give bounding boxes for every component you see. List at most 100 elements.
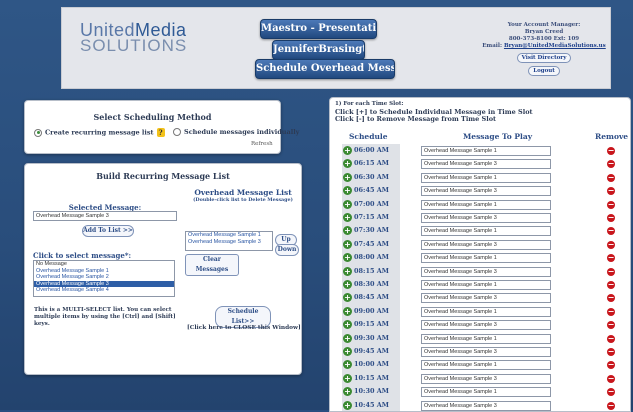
add-icon[interactable]: + <box>343 199 352 209</box>
add-icon[interactable]: + <box>343 293 352 303</box>
time-slot: 08:30 AM <box>354 280 389 288</box>
list-item[interactable]: No Message <box>34 261 174 268</box>
message-field[interactable]: Overhead Message Sample 1 <box>421 333 551 344</box>
message-field[interactable]: Overhead Message Sample 3 <box>421 213 551 223</box>
schedule-row: +10:30 AM Overhead Message Sample 1 − <box>330 385 630 400</box>
remove-icon[interactable]: − <box>607 147 615 155</box>
list-item-selected[interactable]: Overhead Message Sample 3 <box>34 280 174 288</box>
header: UnitedMedia SOLUTIONS Maestro - Presenta… <box>61 7 611 89</box>
list-item[interactable]: Overhead Message Sample 4 <box>34 287 174 294</box>
message-field[interactable]: Overhead Message Sample 3 <box>421 159 551 170</box>
message-field[interactable]: Overhead Message Sample 1 <box>421 199 551 210</box>
add-icon[interactable]: + <box>343 172 352 182</box>
list-item[interactable]: Overhead Message Sample 3 <box>186 239 272 246</box>
list-item[interactable]: Overhead Message Sample 1 <box>34 268 174 275</box>
time-cell: +09:15 AM <box>342 318 400 333</box>
message-select-list[interactable]: No Message Overhead Message Sample 1 Ove… <box>33 260 175 297</box>
message-field[interactable]: Overhead Message Sample 3 <box>421 239 551 250</box>
remove-icon[interactable]: − <box>607 187 615 196</box>
time-slot: 07:00 AM <box>354 199 389 208</box>
add-icon[interactable]: + <box>343 400 352 410</box>
nav-schedule-button[interactable]: Schedule Overhead Messages <box>255 59 395 79</box>
remove-icon[interactable]: − <box>607 160 615 169</box>
help-icon[interactable]: ? <box>156 128 165 137</box>
selected-message-field[interactable]: Overhead Message Sample 3 <box>33 211 177 221</box>
time-slot: 06:15 AM <box>354 159 389 168</box>
add-icon[interactable]: + <box>343 266 352 276</box>
remove-icon[interactable]: − <box>607 388 615 397</box>
remove-icon[interactable]: − <box>607 361 615 370</box>
time-cell: +08:45 AM <box>342 291 400 306</box>
add-icon[interactable]: + <box>343 226 352 236</box>
remove-column-header: Remove <box>595 132 629 141</box>
add-icon[interactable]: + <box>343 159 352 169</box>
clear-messages-button[interactable]: Clear Messages <box>185 254 239 276</box>
add-icon[interactable]: + <box>343 373 352 383</box>
message-field[interactable]: Overhead Message Sample 3 <box>421 373 551 384</box>
remove-icon[interactable]: − <box>607 240 615 249</box>
add-icon[interactable]: + <box>343 280 352 289</box>
remove-icon[interactable]: − <box>607 267 615 276</box>
add-icon[interactable]: + <box>343 253 352 263</box>
remove-icon[interactable]: − <box>607 227 615 236</box>
remove-icon[interactable]: − <box>607 374 615 383</box>
add-icon[interactable]: + <box>343 387 352 397</box>
message-field[interactable]: Overhead Message Sample 1 <box>421 226 551 237</box>
message-field[interactable]: Overhead Message Sample 1 <box>421 387 551 398</box>
remove-icon[interactable]: − <box>607 334 615 343</box>
message-field[interactable]: Overhead Message Sample 1 <box>421 360 551 371</box>
list-item[interactable]: Overhead Message Sample 1 <box>186 232 272 239</box>
time-cell: +08:00 AM <box>342 251 400 266</box>
schedule-row: +07:30 AM Overhead Message Sample 1 − <box>330 224 630 239</box>
add-icon[interactable]: + <box>343 320 352 330</box>
remove-icon[interactable]: − <box>607 173 615 182</box>
remove-icon[interactable]: − <box>607 307 615 316</box>
recurring-option[interactable]: Create recurring message list? <box>34 128 165 137</box>
close-window-link[interactable]: [Click here to CLOSE this Window] <box>187 325 301 331</box>
account-email-link[interactable]: Bryan@UnitedMediaSolutions.us <box>504 43 606 49</box>
nav-user-button[interactable]: JenniferBrasington <box>272 40 365 60</box>
add-icon[interactable]: + <box>343 213 352 222</box>
recurring-radio[interactable] <box>34 128 42 137</box>
move-down-button[interactable]: Down <box>275 244 299 256</box>
message-field[interactable]: Overhead Message Sample 3 <box>421 320 551 331</box>
add-to-list-button[interactable]: Add To List >> <box>82 225 134 237</box>
add-icon[interactable]: + <box>343 347 352 356</box>
message-field[interactable]: Overhead Message Sample 3 <box>421 400 551 411</box>
remove-icon[interactable]: − <box>607 281 615 289</box>
add-icon[interactable]: + <box>343 360 352 370</box>
visit-directory-button[interactable]: Visit Directory <box>516 53 572 63</box>
remove-icon[interactable]: − <box>607 321 615 330</box>
message-field[interactable]: Overhead Message Sample 1 <box>421 172 551 183</box>
time-cell: +10:30 AM <box>342 385 400 400</box>
logout-button[interactable]: Logout <box>528 66 560 76</box>
individual-radio[interactable] <box>173 128 181 136</box>
message-list-title: Overhead Message List <box>194 188 292 197</box>
list-item[interactable]: Overhead Message Sample 2 <box>34 274 174 281</box>
build-list-title: Build Recurring Message List <box>96 171 230 181</box>
remove-icon[interactable]: − <box>607 401 615 410</box>
message-field[interactable]: Overhead Message Sample 3 <box>421 293 551 304</box>
remove-icon[interactable]: − <box>607 200 615 209</box>
message-field[interactable]: Overhead Message Sample 1 <box>421 253 551 264</box>
message-field[interactable]: Overhead Message Sample 1 <box>421 146 551 156</box>
individual-option[interactable]: Schedule messages individually <box>173 128 299 136</box>
remove-icon[interactable]: − <box>607 348 615 356</box>
message-field[interactable]: Overhead Message Sample 3 <box>421 266 551 277</box>
add-icon[interactable]: + <box>343 239 352 249</box>
time-slot: 10:30 AM <box>354 387 389 396</box>
message-field[interactable]: Overhead Message Sample 1 <box>421 280 551 290</box>
refresh-link[interactable]: Refresh <box>251 141 273 147</box>
message-field[interactable]: Overhead Message Sample 1 <box>421 306 551 317</box>
add-icon[interactable]: + <box>343 333 352 343</box>
add-icon[interactable]: + <box>343 186 352 196</box>
message-field[interactable]: Overhead Message Sample 3 <box>421 347 551 357</box>
add-icon[interactable]: + <box>343 146 352 155</box>
nav-presentation-button[interactable]: Maestro - Presentation <box>260 19 377 39</box>
remove-icon[interactable]: − <box>607 254 615 263</box>
remove-icon[interactable]: − <box>607 294 615 303</box>
remove-icon[interactable]: − <box>607 214 615 222</box>
add-icon[interactable]: + <box>343 306 352 316</box>
message-field[interactable]: Overhead Message Sample 3 <box>421 186 551 197</box>
message-list-box[interactable]: Overhead Message Sample 1 Overhead Messa… <box>185 231 273 251</box>
